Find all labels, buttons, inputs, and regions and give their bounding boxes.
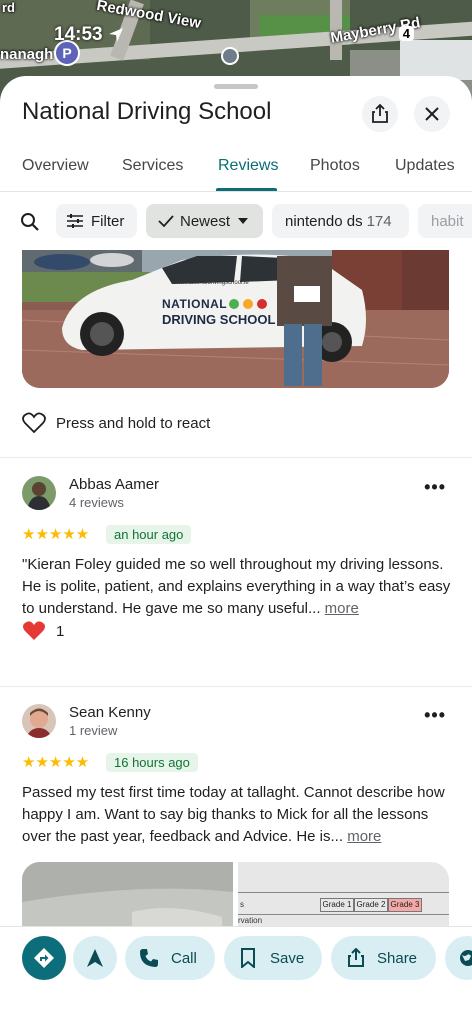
car-text-driving-school: DRIVING SCHOOL (162, 312, 276, 327)
share-header-button[interactable] (362, 96, 398, 132)
photo-table-grade-3: Grade 3 (388, 898, 422, 912)
avatar[interactable] (22, 704, 56, 738)
review-photo-car[interactable]: NATIONAL DRIVING SCHOOL www.nationaldriv… (22, 250, 449, 388)
search-icon[interactable] (20, 212, 40, 232)
topic-chip-count: 174 (366, 212, 392, 230)
photo-table-grade-2: Grade 2 (354, 898, 388, 912)
tune-icon (67, 214, 83, 228)
reviewer-meta: 1 review (69, 723, 118, 738)
active-tab-indicator (216, 188, 277, 191)
star-rating: ★★★★★ (22, 754, 90, 771)
status-time: 14:53 (54, 24, 103, 45)
place-title: National Driving School (22, 98, 272, 125)
place-sheet: National Driving School Overview Service… (0, 76, 472, 1024)
battery-icon: 4 (398, 26, 414, 41)
phone-icon (140, 949, 158, 967)
car-text-url: www.nationaldrivingschool.ie (172, 280, 249, 286)
reaction-count: 1 (56, 622, 65, 640)
review-chips: Filter Newest nintendo ds 174 habit (0, 204, 472, 238)
website-button[interactable] (445, 936, 472, 980)
location-arrow-icon (109, 28, 123, 42)
review-time-badge: 16 hours ago (106, 753, 198, 772)
check-icon (158, 215, 174, 228)
share-icon (348, 948, 364, 967)
review-text: "Kieran Foley guided me so well througho… (22, 554, 452, 620)
start-navigation-button[interactable] (73, 936, 117, 980)
call-label: Call (171, 949, 197, 967)
sheet-grabber[interactable] (214, 84, 258, 89)
reviewer-meta: 4 reviews (69, 495, 124, 510)
react-label: Press and hold to react (56, 414, 211, 432)
share-button[interactable]: Share (331, 936, 436, 980)
tab-reviews[interactable]: Reviews (218, 157, 278, 175)
review-text-body: "Kieran Foley guided me so well througho… (22, 556, 451, 617)
bookmark-icon (241, 948, 255, 968)
heart-outline-icon (22, 412, 46, 434)
tab-bar: Overview Services Reviews Photos Updates (0, 154, 472, 192)
reaction-row[interactable]: 1 (22, 620, 64, 642)
reviewer-name[interactable]: Abbas Aamer (69, 476, 159, 493)
navigation-arrow-icon (87, 949, 103, 967)
avatar-image (22, 704, 56, 738)
topic-chip-label: nintendo ds (285, 212, 363, 230)
map-label-rd: rd (2, 0, 15, 15)
divider (0, 686, 472, 687)
photo-table-left-text: s (240, 900, 244, 909)
divider (0, 457, 472, 458)
share-label: Share (377, 949, 418, 967)
directions-icon (34, 948, 54, 968)
call-button[interactable]: Call (125, 936, 215, 980)
action-bar: Call Save Share (0, 926, 472, 1024)
filter-chip-label: Filter (91, 212, 125, 230)
tab-services[interactable]: Services (122, 157, 183, 175)
star-rating: ★★★★★ (22, 526, 90, 543)
review-time-badge: an hour ago (106, 525, 192, 544)
topic-chip-nintendo-ds[interactable]: nintendo ds 174 (272, 204, 409, 238)
directions-button[interactable] (22, 936, 66, 980)
heart-filled-icon (23, 621, 45, 640)
globe-icon (460, 950, 472, 966)
tab-updates[interactable]: Updates (395, 157, 455, 175)
status-signal-battery: 4 (398, 25, 414, 42)
react-row[interactable]: Press and hold to react (22, 412, 210, 434)
share-icon (372, 104, 388, 123)
filter-chip[interactable]: Filter (56, 204, 137, 238)
photo-table-row-label: rvation (238, 916, 263, 925)
bus-stop-icon[interactable] (221, 47, 239, 65)
close-icon (425, 107, 439, 121)
more-link[interactable]: more (325, 600, 359, 617)
avatar-image (22, 476, 56, 510)
more-link[interactable]: more (347, 828, 381, 845)
reviewer-name[interactable]: Sean Kenny (69, 704, 151, 721)
review-text: Passed my test first time today at talla… (22, 782, 452, 848)
map-label-nanagh: nanagh (0, 46, 54, 63)
close-button[interactable] (414, 96, 450, 132)
tab-overview[interactable]: Overview (22, 157, 89, 175)
tab-photos[interactable]: Photos (310, 157, 360, 175)
topic-chip-habit[interactable]: habit (418, 204, 472, 238)
more-options-icon[interactable]: ••• (424, 705, 446, 726)
avatar[interactable] (22, 476, 56, 510)
car-text-national: NATIONAL (162, 297, 228, 311)
dropdown-arrow-icon (238, 218, 249, 224)
photo-table-grade-1: Grade 1 (320, 898, 354, 912)
topic-chip-label-2: habit (431, 212, 464, 230)
more-options-icon[interactable]: ••• (424, 477, 446, 498)
save-label: Save (270, 949, 305, 967)
sort-chip[interactable]: Newest (146, 204, 263, 238)
save-button[interactable]: Save (224, 936, 322, 980)
sort-chip-label: Newest (180, 212, 231, 230)
